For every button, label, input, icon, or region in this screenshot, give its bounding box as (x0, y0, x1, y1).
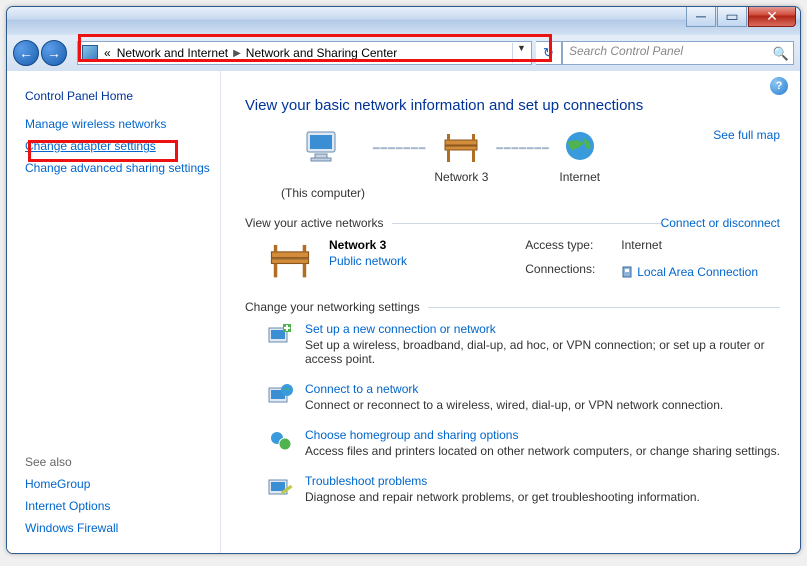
connect-network-icon (267, 382, 295, 410)
network-center-icon (82, 45, 98, 61)
setting-desc: Access files and printers located on oth… (305, 444, 780, 458)
setting-item-homegroup: Choose homegroup and sharing options Acc… (241, 422, 780, 468)
breadcrumb-item[interactable]: Network and Sharing Center (246, 46, 397, 60)
homegroup-icon (267, 428, 295, 456)
setting-item-setup: Set up a new connection or network Set u… (241, 316, 780, 376)
change-settings-heading: Change your networking settings (245, 300, 780, 314)
network-bench-icon (263, 238, 323, 282)
sidebar-seealso-firewall[interactable]: Windows Firewall (25, 521, 212, 535)
network-bench-icon (439, 128, 483, 166)
active-networks-heading: View your active networks Connect or dis… (245, 216, 780, 230)
network-type-link[interactable]: Public network (329, 254, 407, 268)
connect-disconnect-link[interactable]: Connect or disconnect (661, 216, 780, 230)
setup-connection-icon (267, 322, 295, 350)
nic-icon (621, 265, 633, 279)
main-content: ? View your basic network information an… (221, 71, 800, 553)
see-full-map-link[interactable]: See full map (713, 128, 780, 142)
close-button[interactable]: ✕ (748, 7, 796, 27)
setting-link[interactable]: Set up a new connection or network (305, 322, 780, 336)
setting-item-troubleshoot: Troubleshoot problems Diagnose and repai… (241, 468, 780, 514)
address-dropdown-button[interactable]: ▼ (512, 43, 530, 63)
internet-globe-icon (558, 128, 602, 166)
sidebar-link-advanced-sharing[interactable]: Change advanced sharing settings (25, 161, 212, 175)
computer-label: (This computer) (281, 186, 365, 200)
connection-line-icon: ━━━━━━━ (488, 128, 557, 168)
connection-line-icon: ━━━━━━━ (365, 128, 434, 168)
sidebar-seealso-homegroup[interactable]: HomeGroup (25, 477, 212, 491)
connection-link[interactable]: Local Area Connection (621, 262, 758, 283)
internet-label: Internet (558, 170, 602, 184)
refresh-button[interactable]: ↻ (536, 41, 562, 65)
minimize-button[interactable]: ─ (686, 7, 716, 27)
network-map: See full map (This computer) ━━━━━━━ Net… (241, 128, 780, 212)
access-type-value: Internet (621, 238, 758, 259)
search-icon[interactable]: 🔍 (773, 46, 789, 62)
setting-item-connect: Connect to a network Connect or reconnec… (241, 376, 780, 422)
search-placeholder: Search Control Panel (569, 44, 683, 58)
breadcrumb-arrow-icon: ▶ (233, 48, 241, 59)
sidebar-link-adapter[interactable]: Change adapter settings (25, 139, 212, 153)
setting-desc: Set up a wireless, broadband, dial-up, a… (305, 338, 780, 366)
help-icon[interactable]: ? (770, 77, 788, 95)
sidebar-seealso-internet-options[interactable]: Internet Options (25, 499, 212, 513)
access-type-label: Access type: (525, 238, 615, 259)
computer-icon (301, 128, 345, 166)
page-title: View your basic network information and … (245, 97, 780, 114)
sidebar-link-wireless[interactable]: Manage wireless networks (25, 117, 212, 131)
forward-button[interactable]: → (41, 40, 67, 66)
network-label: Network 3 (434, 170, 488, 184)
see-also-label: See also (25, 455, 212, 469)
breadcrumb-chevron[interactable]: « (104, 46, 111, 60)
setting-link[interactable]: Connect to a network (305, 382, 723, 396)
network-name: Network 3 (329, 238, 407, 252)
back-button[interactable]: ← (13, 40, 39, 66)
active-network-row: Network 3 Public network Access type: In… (241, 232, 780, 296)
sidebar: Control Panel Home Manage wireless netwo… (7, 71, 221, 553)
search-input[interactable]: Search Control Panel 🔍 (562, 41, 794, 65)
setting-link[interactable]: Choose homegroup and sharing options (305, 428, 780, 442)
address-bar[interactable]: « Network and Internet ▶ Network and Sha… (77, 41, 532, 65)
maximize-button[interactable]: ▭ (717, 7, 747, 27)
connections-label: Connections: (525, 262, 615, 283)
control-panel-home-link[interactable]: Control Panel Home (25, 89, 212, 103)
breadcrumb-item[interactable]: Network and Internet (117, 46, 228, 60)
setting-desc: Diagnose and repair network problems, or… (305, 490, 700, 504)
setting-desc: Connect or reconnect to a wireless, wire… (305, 398, 723, 412)
setting-link[interactable]: Troubleshoot problems (305, 474, 700, 488)
troubleshoot-icon (267, 474, 295, 502)
titlebar: ─ ▭ ✕ (7, 7, 800, 35)
navigation-bar: ← → « Network and Internet ▶ Network and… (7, 35, 800, 71)
